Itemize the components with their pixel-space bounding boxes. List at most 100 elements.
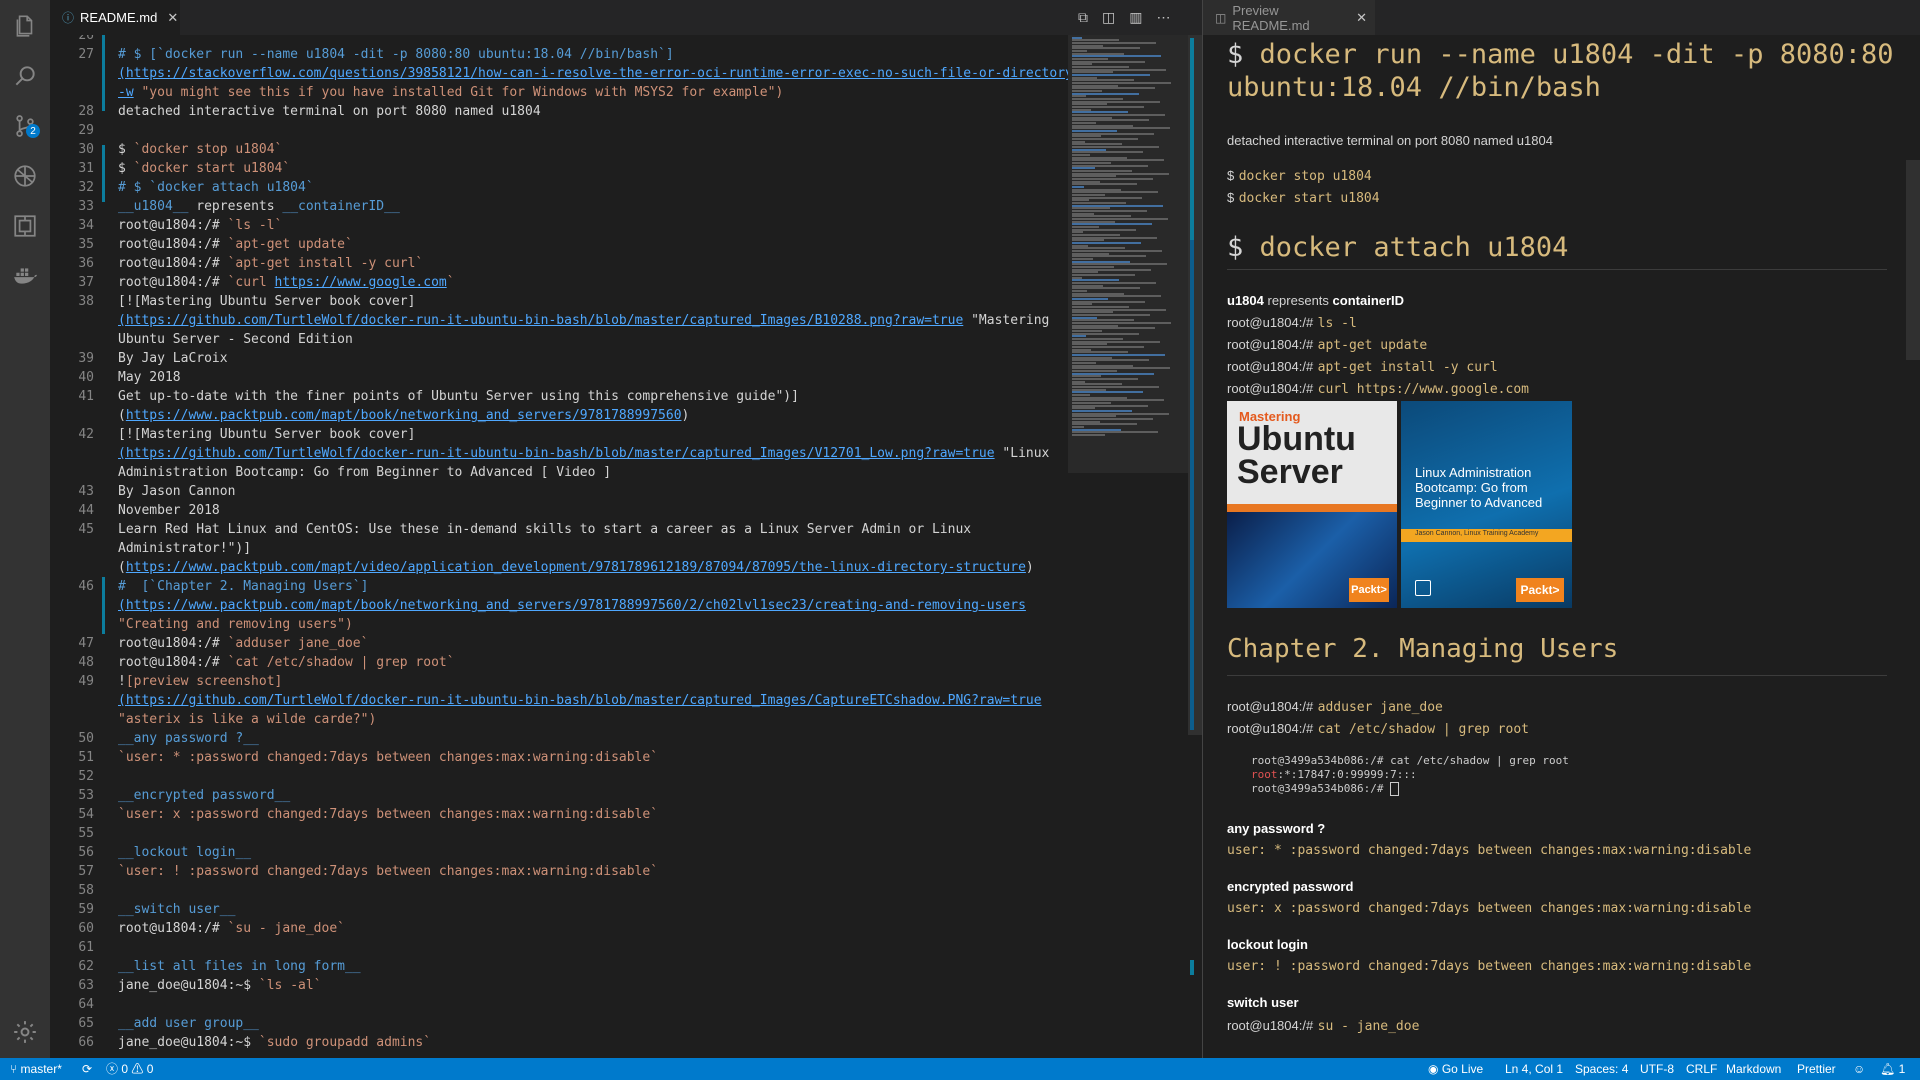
preview-divider: [1227, 675, 1887, 676]
preview-inline-code: user: * :password changed:7days between …: [1227, 843, 1752, 858]
preview-prompt: root@u1804:/#: [1227, 381, 1314, 396]
preview-divider: [1227, 269, 1887, 270]
line-number: 33: [78, 199, 94, 214]
debug-icon[interactable]: [0, 154, 50, 198]
line-content: `user: x :password changed:7days between…: [118, 805, 658, 824]
code-token: jane_doe@u1804:~$: [118, 978, 259, 993]
preview-h1-prefix: $: [1227, 232, 1244, 263]
line-content: Ubuntu Server - Second Edition: [118, 330, 353, 349]
link-text[interactable]: (https://stackoverflow.com/questions/398…: [118, 66, 1073, 81]
line-number: 37: [78, 275, 94, 290]
code-token: November 2018: [118, 503, 220, 518]
prettier-status[interactable]: Prettier: [1797, 1058, 1836, 1080]
git-branch[interactable]: ⑂ master*: [10, 1058, 62, 1080]
notifications[interactable]: 🔔︎ 1: [1880, 1058, 1905, 1080]
line-content: May 2018: [118, 368, 181, 387]
terminal-screenshot: root@3499a534b086:/# cat /etc/shadow | g…: [1227, 747, 1887, 807]
source-control-icon[interactable]: [0, 104, 50, 148]
link-text[interactable]: (https://github.com/TurtleWolf/docker-ru…: [118, 313, 963, 328]
tab-preview[interactable]: ◫ Preview README.md ✕: [1203, 0, 1375, 35]
tab-readme[interactable]: ⓘ README.md ✕: [50, 0, 180, 35]
line-number: 36: [78, 256, 94, 271]
terminal-line: root@3499a534b086:/# cat /etc/shadow | g…: [1251, 754, 1569, 767]
line-number: 61: [78, 940, 94, 955]
preview-inline-code: adduser jane_doe: [1317, 700, 1443, 715]
line-content: (https://www.packtpub.com/mapt/video/app…: [118, 558, 1034, 577]
sync-icon[interactable]: ⟳: [82, 1058, 92, 1080]
preview-prompt: root@u1804:/#: [1227, 337, 1314, 352]
preview-inline-code: apt-get update: [1317, 338, 1428, 353]
encoding[interactable]: UTF-8: [1640, 1058, 1674, 1080]
close-icon[interactable]: ✕: [1356, 10, 1367, 26]
feedback-icon[interactable]: ☺: [1853, 1058, 1865, 1080]
link-text[interactable]: https://www.google.com: [275, 275, 447, 290]
code-token: __lockout login__: [118, 845, 252, 860]
line-number: 40: [78, 370, 94, 385]
code-token: `ls -al`: [258, 978, 322, 993]
warning-icon: ⚠: [131, 1062, 144, 1076]
docker-icon[interactable]: [0, 254, 50, 298]
line-content: (https://stackoverflow.com/questions/398…: [118, 64, 1073, 83]
line-content: root@u1804:/# `cat /etc/shadow | grep ro…: [118, 653, 455, 672]
line-content: detached interactive terminal on port 80…: [118, 102, 541, 121]
preview-prompt: root@u1804:/#: [1227, 721, 1314, 736]
explorer-icon[interactable]: [0, 4, 50, 48]
code-token: __containerID__: [282, 199, 400, 214]
open-preview-icon[interactable]: ◫: [1102, 9, 1115, 26]
link-text[interactable]: https://www.packtpub.com/mapt/video/appl…: [126, 560, 1026, 575]
preview-cmd-line: root@u1804:/# ls -l: [1227, 314, 1357, 332]
link-text[interactable]: https://www.packtpub.com/mapt/book/netwo…: [126, 408, 682, 423]
code-token: $: [118, 161, 134, 176]
code-token: __u1804__: [118, 199, 189, 214]
open-changes-icon[interactable]: ⧉: [1078, 9, 1088, 26]
search-icon[interactable]: [0, 54, 50, 98]
close-icon[interactable]: ✕: [167, 10, 178, 26]
code-token: (: [118, 560, 126, 575]
more-actions-icon[interactable]: ⋯: [1156, 9, 1170, 26]
link-text[interactable]: -w: [118, 85, 134, 100]
settings-gear-icon[interactable]: [0, 1010, 50, 1054]
code-token: !: [118, 674, 126, 689]
overview-ruler-mark: [1190, 38, 1194, 258]
preview-represents-line: u1804 represents containerID: [1227, 292, 1404, 310]
problems-indicator[interactable]: ⓧ 0 ⚠ 0: [106, 1058, 153, 1080]
minimap-slider[interactable]: [1068, 35, 1188, 473]
link-text[interactable]: (https://www.packtpub.com/mapt/book/netw…: [118, 598, 1026, 613]
line-number: 34: [78, 218, 94, 233]
code-token: `apt-get update`: [227, 237, 353, 252]
code-token: # [`Chapter 2. Managing Users`]: [118, 579, 369, 594]
language-mode[interactable]: Markdown: [1726, 1058, 1781, 1080]
go-live-button[interactable]: ◉ Go Live: [1428, 1058, 1483, 1080]
markdown-preview[interactable]: $ docker run --name u1804 -dit -p 8080:8…: [1203, 35, 1920, 1058]
line-content: `user: * :password changed:7days between…: [118, 748, 658, 767]
preview-icon: ◫: [1215, 10, 1227, 25]
preview-cmd-line: root@u1804:/# apt-get install -y curl: [1227, 358, 1498, 376]
cursor-position[interactable]: Ln 4, Col 1: [1505, 1058, 1563, 1080]
end-of-line[interactable]: CRLF: [1686, 1058, 1717, 1080]
indentation[interactable]: Spaces: 4: [1575, 1058, 1628, 1080]
overview-ruler-mark: [1190, 960, 1194, 975]
book-title: Linux Administration Bootcamp: Go from B…: [1415, 465, 1543, 510]
line-number: 42: [78, 427, 94, 442]
code-token: root@u1804:/#: [118, 275, 228, 290]
link-text[interactable]: (https://github.com/TurtleWolf/docker-ru…: [118, 446, 995, 461]
line-number: 52: [78, 769, 94, 784]
split-editor-icon[interactable]: ▥: [1129, 9, 1142, 26]
line-number: 63: [78, 978, 94, 993]
markdown-editor[interactable]: 26 27 # $ [`docker run --name u1804 -dit -…: [50, 35, 1188, 1058]
line-number: 62: [78, 959, 94, 974]
line-content: `user: ! :password changed:7days between…: [118, 862, 658, 881]
line-content: __encrypted password__: [118, 786, 290, 805]
book-cover-ubuntu-server[interactable]: Mastering Ubuntu Server Packt>: [1227, 401, 1397, 608]
line-number: 26: [78, 35, 94, 43]
line-number: 47: [78, 636, 94, 651]
preview-inline-code: docker stop u1804: [1238, 169, 1372, 184]
link-text[interactable]: (https://github.com/TurtleWolf/docker-ru…: [118, 693, 1042, 708]
preview-scrollbar-thumb[interactable]: [1906, 160, 1920, 360]
extensions-icon[interactable]: [0, 204, 50, 248]
line-content: [![Mastering Ubuntu Server book cover]: [118, 425, 415, 444]
code-token: detached interactive terminal on port 80…: [118, 104, 541, 119]
book-cover-linux-bootcamp[interactable]: Linux Administration Bootcamp: Go from B…: [1401, 401, 1572, 608]
preview-inline-code: su - jane_doe: [1317, 1019, 1420, 1034]
editor-tabbar: ⓘ README.md ✕ ⧉ ◫ ▥ ⋯: [50, 0, 1202, 35]
